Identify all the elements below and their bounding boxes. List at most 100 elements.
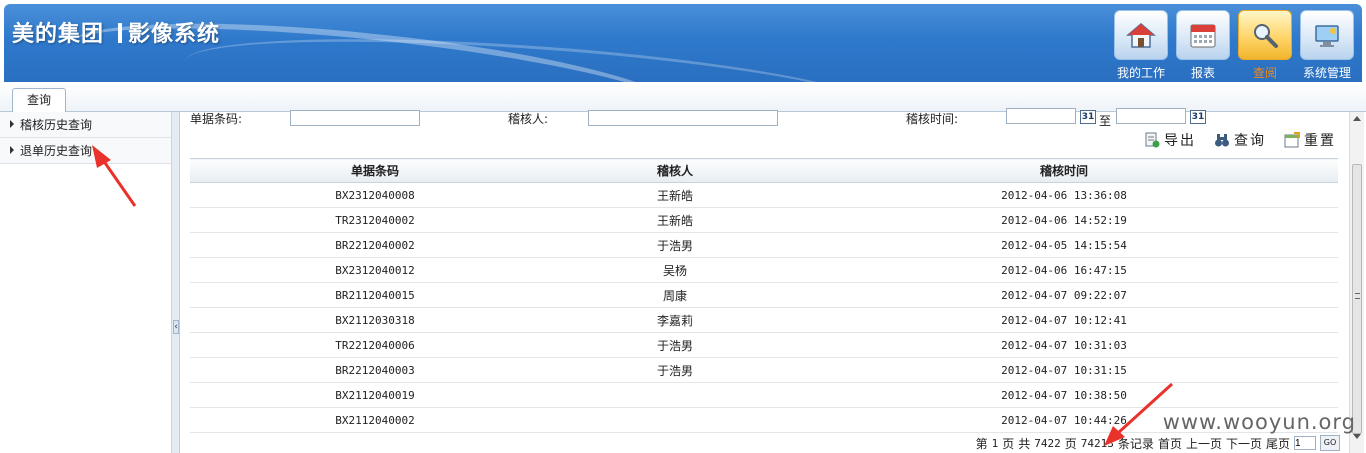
calendar-icon bbox=[1176, 10, 1230, 60]
table-row[interactable]: TR2312040002 王新皓 2012-04-06 14:52:19 bbox=[190, 207, 1338, 233]
time-range-separator: 至 bbox=[1099, 114, 1112, 128]
query-label: 查询 bbox=[1234, 133, 1266, 149]
cell-audit-time: 2012-04-06 13:36:08 bbox=[790, 182, 1338, 208]
scroll-down-icon[interactable] bbox=[1353, 434, 1361, 439]
table-row[interactable]: TR2212040006 于浩男 2012-04-07 10:31:03 bbox=[190, 332, 1338, 358]
cell-code: BR2212040002 bbox=[190, 232, 560, 258]
cell-code: BR2212040003 bbox=[190, 357, 560, 383]
cell-audit-time: 2012-04-07 10:12:41 bbox=[790, 307, 1338, 333]
app-header: 美的集团 影像系统 我的工作 报表 查阅 系统管理 bbox=[4, 4, 1362, 82]
cell-auditor: 于浩男 bbox=[560, 332, 790, 358]
nav-label: 系统管理 bbox=[1302, 66, 1351, 80]
pager-text: 共 bbox=[1018, 436, 1031, 451]
pagination: 第 1 页 共 7422 页 74213 条记录 首页 上一页 下一页 尾页 G… bbox=[976, 434, 1340, 452]
cell-audit-time: 2012-04-07 10:38:50 bbox=[790, 382, 1338, 408]
cell-code: TR2312040002 bbox=[190, 207, 560, 233]
cell-code: TR2212040006 bbox=[190, 332, 560, 358]
sidebar-item-audit-history[interactable]: 稽核历史查询 bbox=[0, 112, 171, 138]
collapse-left-icon[interactable]: ‹ bbox=[173, 320, 179, 334]
pager-text: 页 bbox=[1002, 436, 1015, 451]
table-row[interactable]: BX2112030318 李嘉莉 2012-04-07 10:12:41 bbox=[190, 307, 1338, 333]
cell-auditor: 李嘉莉 bbox=[560, 307, 790, 333]
sidebar-item-label: 退单历史查询 bbox=[20, 144, 93, 158]
total-pages: 7422 bbox=[1034, 436, 1061, 450]
auditor-input[interactable] bbox=[588, 110, 778, 126]
auditor-label: 稽核人: bbox=[508, 112, 549, 126]
export-button[interactable]: 导出 bbox=[1144, 130, 1196, 150]
current-page: 1 bbox=[991, 436, 999, 450]
grip-icon bbox=[1355, 293, 1360, 299]
cell-auditor: 王新皓 bbox=[560, 182, 790, 208]
cell-auditor bbox=[560, 407, 790, 433]
column-header-auditor[interactable]: 稽核人 bbox=[560, 158, 790, 183]
results-table: 单据条码 稽核人 稽核时间 BX2312040008 王新皓 2012-04-06 … bbox=[190, 158, 1338, 433]
cell-auditor: 于浩男 bbox=[560, 232, 790, 258]
sidebar: 稽核历史查询 退单历史查询 bbox=[0, 112, 172, 453]
code-input[interactable] bbox=[290, 110, 420, 126]
nav-label: 报表 bbox=[1190, 66, 1215, 80]
table-row[interactable]: BR2212040002 于浩男 2012-04-05 14:15:54 bbox=[190, 232, 1338, 258]
cell-audit-time: 2012-04-06 16:47:15 bbox=[790, 257, 1338, 283]
last-page-link[interactable]: 尾页 bbox=[1266, 435, 1290, 452]
panel-splitter[interactable]: ‹ bbox=[172, 112, 180, 453]
goto-page-input[interactable] bbox=[1294, 436, 1316, 450]
brand-logo: 美的集团 影像系统 bbox=[12, 16, 220, 48]
cell-auditor: 于浩男 bbox=[560, 357, 790, 383]
table-row[interactable]: BX2312040012 吴杨 2012-04-06 16:47:15 bbox=[190, 257, 1338, 283]
first-page-link[interactable]: 首页 bbox=[1158, 435, 1182, 452]
nav-system-admin[interactable]: 系统管理 bbox=[1300, 10, 1354, 81]
table-row[interactable]: BR2212040003 于浩男 2012-04-07 10:31:15 bbox=[190, 357, 1338, 383]
scroll-thumb[interactable] bbox=[1352, 164, 1362, 434]
column-header-audit-time[interactable]: 稽核时间 bbox=[790, 158, 1338, 183]
column-header-code[interactable]: 单据条码 bbox=[190, 158, 560, 183]
brand-system: 影像系统 bbox=[128, 22, 221, 47]
nav-browse[interactable]: 查阅 bbox=[1238, 10, 1292, 81]
calendar-icon[interactable]: 31 bbox=[1080, 110, 1096, 124]
prev-page-link[interactable]: 上一页 bbox=[1186, 435, 1222, 452]
reset-button[interactable]: 重置 bbox=[1284, 130, 1336, 150]
vertical-scrollbar[interactable] bbox=[1349, 112, 1364, 453]
table-row[interactable]: BX2112040019 2012-04-07 10:38:50 bbox=[190, 382, 1338, 408]
nav-my-work[interactable]: 我的工作 bbox=[1114, 10, 1168, 81]
top-navigation: 我的工作 报表 查阅 系统管理 bbox=[1114, 10, 1354, 81]
cell-code: BX2112030318 bbox=[190, 307, 560, 333]
pager-text: 页 bbox=[1064, 436, 1077, 451]
cell-auditor: 周康 bbox=[560, 282, 790, 308]
caret-right-icon bbox=[10, 146, 14, 154]
calendar-icon[interactable]: 31 bbox=[1190, 110, 1206, 124]
audit-time-to-input[interactable] bbox=[1116, 108, 1186, 124]
sidebar-item-label: 稽核历史查询 bbox=[20, 118, 93, 132]
nav-reports[interactable]: 报表 bbox=[1176, 10, 1230, 81]
next-page-link[interactable]: 下一页 bbox=[1226, 435, 1262, 452]
brand-divider bbox=[118, 23, 123, 43]
cell-code: BX2312040012 bbox=[190, 257, 560, 283]
sidebar-item-return-history[interactable]: 退单历史查询 bbox=[0, 138, 171, 164]
cell-code: BR2112040015 bbox=[190, 282, 560, 308]
tab-query[interactable]: 查询 bbox=[12, 88, 66, 112]
cell-audit-time: 2012-04-06 14:52:19 bbox=[790, 207, 1338, 233]
cell-audit-time: 2012-04-07 10:31:03 bbox=[790, 332, 1338, 358]
toolbar-actions: 导出 查询 重置 bbox=[1144, 130, 1336, 150]
query-button[interactable]: 查询 bbox=[1214, 130, 1266, 150]
cell-auditor: 王新皓 bbox=[560, 207, 790, 233]
audit-time-from-input[interactable] bbox=[1006, 108, 1076, 124]
brand-company: 美的集团 bbox=[12, 22, 105, 47]
cell-audit-time: 2012-04-05 14:15:54 bbox=[790, 232, 1338, 258]
pager-text: 第 bbox=[975, 436, 988, 451]
cell-auditor bbox=[560, 382, 790, 408]
scroll-up-icon[interactable] bbox=[1353, 116, 1361, 121]
audit-time-label: 稽核时间: bbox=[906, 112, 959, 126]
caret-right-icon bbox=[10, 120, 14, 128]
total-records: 74213 bbox=[1080, 436, 1114, 450]
code-label: 单据条码: bbox=[190, 112, 243, 126]
nav-label: 我的工作 bbox=[1116, 66, 1165, 80]
cell-code: BX2112040019 bbox=[190, 382, 560, 408]
pager-text: 条记录 bbox=[1117, 436, 1154, 451]
cell-code: BX2112040002 bbox=[190, 407, 560, 433]
watermark: www.wooyun.org bbox=[1162, 410, 1356, 434]
go-button[interactable]: GO bbox=[1320, 435, 1340, 451]
table-row[interactable]: BX2312040008 王新皓 2012-04-06 13:36:08 bbox=[190, 182, 1338, 208]
cell-code: BX2312040008 bbox=[190, 182, 560, 208]
table-row[interactable]: BR2112040015 周康 2012-04-07 09:22:07 bbox=[190, 282, 1338, 308]
cell-audit-time: 2012-04-07 09:22:07 bbox=[790, 282, 1338, 308]
